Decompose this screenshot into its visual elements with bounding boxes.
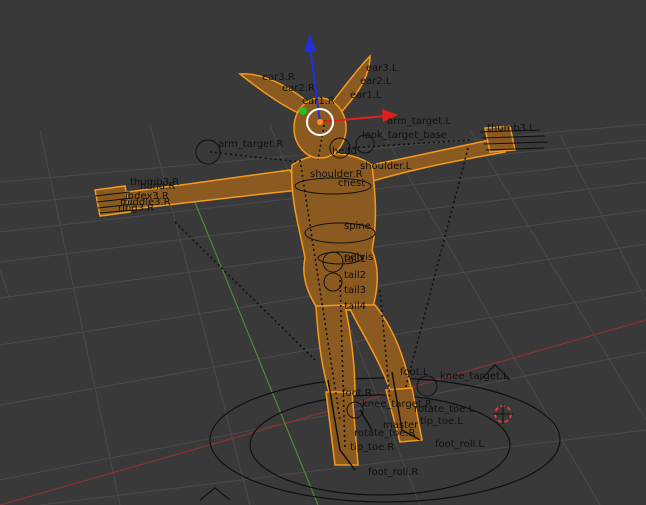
label-foot-roll-r: foot_roll.R: [368, 467, 418, 478]
label-rotate-toe-r: rotate_toe.R: [354, 428, 416, 439]
label-foot-l: foot.L: [400, 367, 429, 378]
label-foot-r: foot.R: [342, 388, 372, 399]
label-chest: chest: [338, 178, 365, 189]
label-look-target-base: look_target_base: [362, 130, 447, 141]
label-tail1: tail1: [344, 254, 366, 265]
label-ear1-r: ear1.R: [302, 96, 335, 107]
label-tip-toe-r: tip_toe.R: [350, 442, 394, 453]
label-ear3-r: ear3.R: [262, 72, 295, 83]
label-shoulder-l: shoulder.L: [360, 161, 412, 172]
label-thumb3-l: thumb3.L: [487, 123, 535, 134]
label-ring3-r: ring3.R: [118, 203, 154, 214]
label-ear1-l: ear1.L: [350, 90, 382, 101]
label-tip-toe-l: tip_toe.L: [420, 416, 463, 427]
label-ear3-l: ear3.L: [366, 63, 398, 74]
label-foot-roll-l: foot_roll.L: [435, 439, 484, 450]
label-knee-target-l: knee_target.L: [440, 371, 509, 382]
label-arm-target-l: arm_target.L: [387, 116, 451, 127]
label-rotate-toe-l: rotate_toe.L: [414, 404, 475, 415]
label-ear2-l: ear2.L: [360, 76, 392, 87]
label-tail3: tail3: [344, 285, 366, 296]
label-head: head: [332, 146, 357, 157]
label-tail2: tail2: [344, 270, 366, 281]
label-tail4: tail4: [344, 301, 366, 312]
label-ear2-r: ear2.R: [282, 83, 315, 94]
label-arm-target-r: arm_target.R: [218, 139, 283, 150]
3d-cursor-icon[interactable]: [493, 404, 513, 424]
label-spine: spine: [344, 221, 371, 232]
3d-viewport[interactable]: ear3.R ear2.R ear1.R ear3.L ear2.L ear1.…: [0, 0, 646, 505]
